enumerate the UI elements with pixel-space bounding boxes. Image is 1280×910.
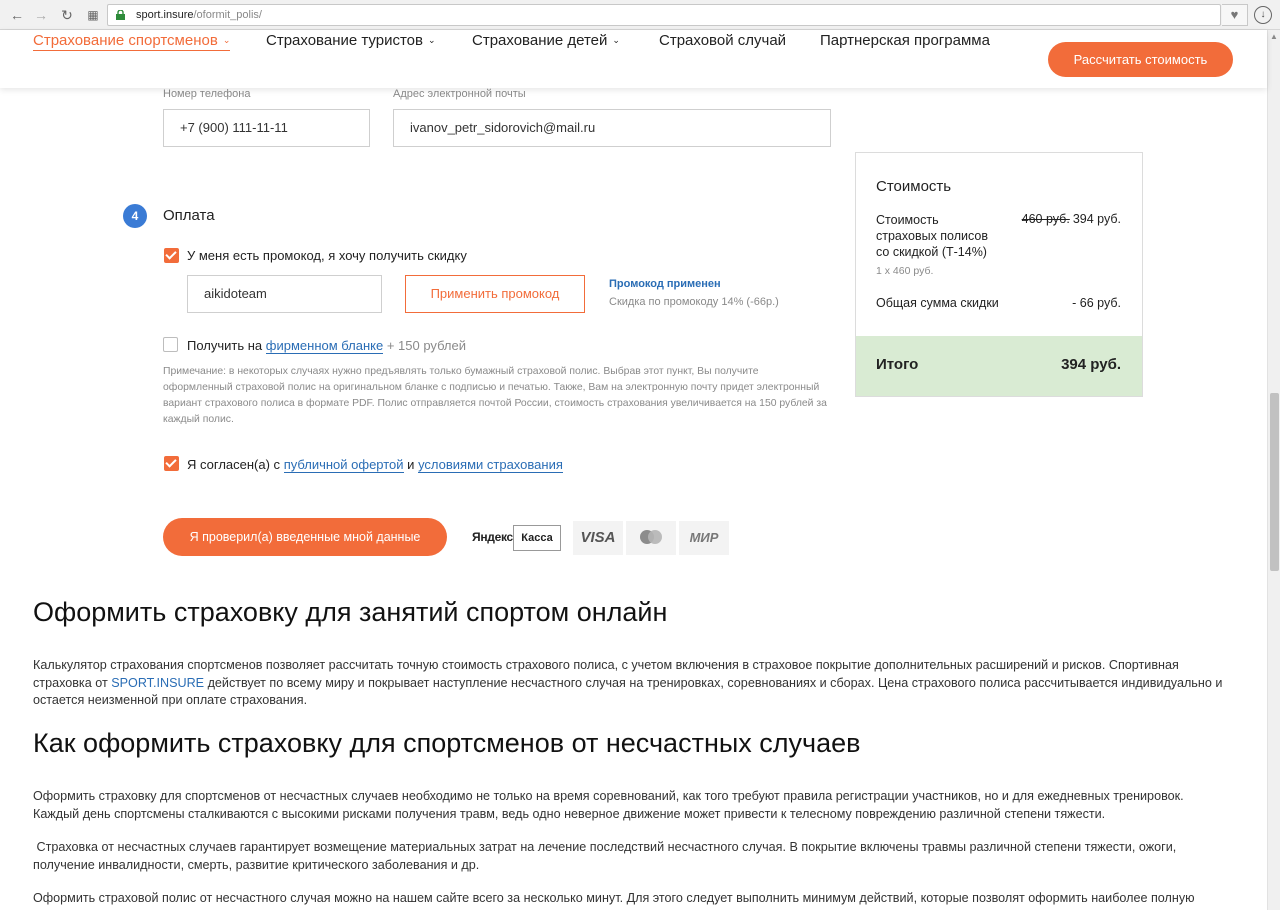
chevron-down-icon: ⌄ <box>612 35 620 45</box>
email-input[interactable]: ivanov_petr_sidorovich@mail.ru <box>393 109 831 147</box>
nav-label: Страхование туристов <box>266 32 423 49</box>
yandex-text: Яндекс <box>472 530 513 544</box>
back-icon[interactable]: ← <box>8 6 26 24</box>
step-number-badge: 4 <box>123 204 147 228</box>
blank-checkbox[interactable] <box>163 337 178 352</box>
article-heading-2: Как оформить страховку для спортсменов о… <box>33 728 861 758</box>
old-price: 460 руб. <box>1021 212 1070 226</box>
scroll-up-icon[interactable]: ▲ <box>1270 32 1278 41</box>
summary-item-price: 460 руб. 394 руб. <box>1022 212 1121 226</box>
article-paragraph-1: Калькулятор страхования спортсменов позв… <box>33 657 1233 710</box>
nav-item-insured-event[interactable]: Страховой случай <box>659 32 786 49</box>
mir-logo: МИР <box>679 521 729 555</box>
visa-logo: VISA <box>573 521 623 555</box>
promo-code-input[interactable]: aikidoteam <box>187 275 382 313</box>
download-icon[interactable]: ↓ <box>1254 6 1272 24</box>
email-label: Адрес электронной почты <box>393 88 526 100</box>
address-bar[interactable]: sport.insure/oformit_polis/ <box>107 4 1221 26</box>
total-label: Итого <box>876 356 919 373</box>
blank-surcharge: + 150 рублей <box>386 338 467 353</box>
total-value: 394 руб. <box>1061 356 1121 373</box>
blank-prefix: Получить на <box>187 338 263 353</box>
blank-checkbox-label[interactable]: Получить на фирменном бланке + 150 рубле… <box>187 338 467 354</box>
article-paragraph-4: Оформить страховой полис от несчастного … <box>33 891 1195 905</box>
phone-input[interactable]: +7 (900) 111-11-11 <box>163 109 370 147</box>
yandex-kassa-logo: Яндекс Касса <box>468 521 564 555</box>
total-row: Итого 394 руб. <box>856 336 1142 396</box>
brand-link[interactable]: SPORT.INSURE <box>111 676 204 690</box>
discount-label: Общая сумма скидки <box>876 296 999 310</box>
reload-icon[interactable]: ↻ <box>58 6 76 24</box>
nav-label: Страховой случай <box>659 32 787 49</box>
chevron-down-icon: ⌄ <box>427 35 436 45</box>
nav-item-children[interactable]: Страхование детей ⌄ <box>472 32 620 49</box>
confirm-data-button[interactable]: Я проверил(а) введенные мной данные <box>163 518 447 556</box>
site-header: Страхование спортсменов ⌄ Страхование тур… <box>0 30 1267 88</box>
new-price: 394 руб. <box>1072 212 1121 226</box>
promo-status: Промокод применен <box>609 278 721 290</box>
summary-title: Стоимость <box>876 178 952 195</box>
bookmark-heart-icon[interactable]: ♥ <box>1222 4 1248 26</box>
payment-step-title: Оплата <box>163 207 215 224</box>
promo-discount-detail: Скидка по промокоду 14% (-66р.) <box>609 296 779 308</box>
insurance-terms-link[interactable]: условиями страхования <box>418 457 563 473</box>
summary-item-label: Стоимость страховых полисов со скидкой (… <box>876 213 988 259</box>
url-host: sport.insure <box>136 9 194 21</box>
url-path: /oformit_polis/ <box>193 9 262 21</box>
article-paragraph-3: Страховка от несчастных случаев гарантир… <box>33 840 1180 872</box>
nav-item-sportsmen[interactable]: Страхование спортсменов ⌄ <box>33 32 231 51</box>
blank-note: Примечание: в некоторых случаях нужно пр… <box>163 366 827 425</box>
promo-checkbox[interactable] <box>164 248 179 263</box>
phone-label: Номер телефона <box>163 88 251 100</box>
apps-grid-icon[interactable]: ▦ <box>84 6 102 24</box>
page-scrollbar[interactable]: ▲ <box>1267 30 1280 910</box>
article-paragraph-2: Оформить страховку для спортсменов от не… <box>33 789 1184 821</box>
agree-and: и <box>407 457 415 472</box>
discount-value: - 66 руб. <box>1072 296 1121 310</box>
agree-prefix: Я согласен(а) с <box>187 457 281 472</box>
promo-checkbox-label[interactable]: У меня есть промокод, я хочу получить ск… <box>187 248 467 263</box>
browser-toolbar: ← → ↻ ▦ sport.insure/oformit_polis/ ♥ ↓ <box>0 0 1280 30</box>
apply-promo-button[interactable]: Применить промокод <box>405 275 585 313</box>
price-summary-card: Стоимость Стоимость страховых полисов со… <box>855 152 1143 397</box>
nav-item-tourists[interactable]: Страхование туристов ⌄ <box>266 32 436 49</box>
lock-icon <box>116 10 125 20</box>
nav-label: Страхование детей <box>472 32 608 49</box>
branded-blank-link[interactable]: фирменном бланке <box>265 338 384 354</box>
agree-checkbox[interactable] <box>164 456 179 471</box>
chevron-down-icon: ⌄ <box>222 35 231 45</box>
nav-label: Партнерская программа <box>820 32 990 49</box>
forward-icon[interactable]: → <box>32 6 50 24</box>
summary-item-qty: 1 x 460 руб. <box>876 265 934 277</box>
article-heading-1: Оформить страховку для занятий спортом о… <box>33 597 668 627</box>
public-offer-link[interactable]: публичной офертой <box>283 457 404 473</box>
nav-label: Страхование спортсменов <box>33 32 218 49</box>
calculate-cost-button[interactable]: Рассчитать стоимость <box>1048 42 1233 77</box>
scroll-thumb[interactable] <box>1270 393 1279 571</box>
p1-text-b: действует по всему миру и покрывает наст… <box>33 675 1223 708</box>
kassa-box: Касса <box>513 525 561 551</box>
mastercard-logo <box>626 521 676 555</box>
agree-checkbox-label[interactable]: Я согласен(а) с публичной офертой и усло… <box>187 457 563 473</box>
nav-item-partner[interactable]: Партнерская программа <box>820 32 990 49</box>
